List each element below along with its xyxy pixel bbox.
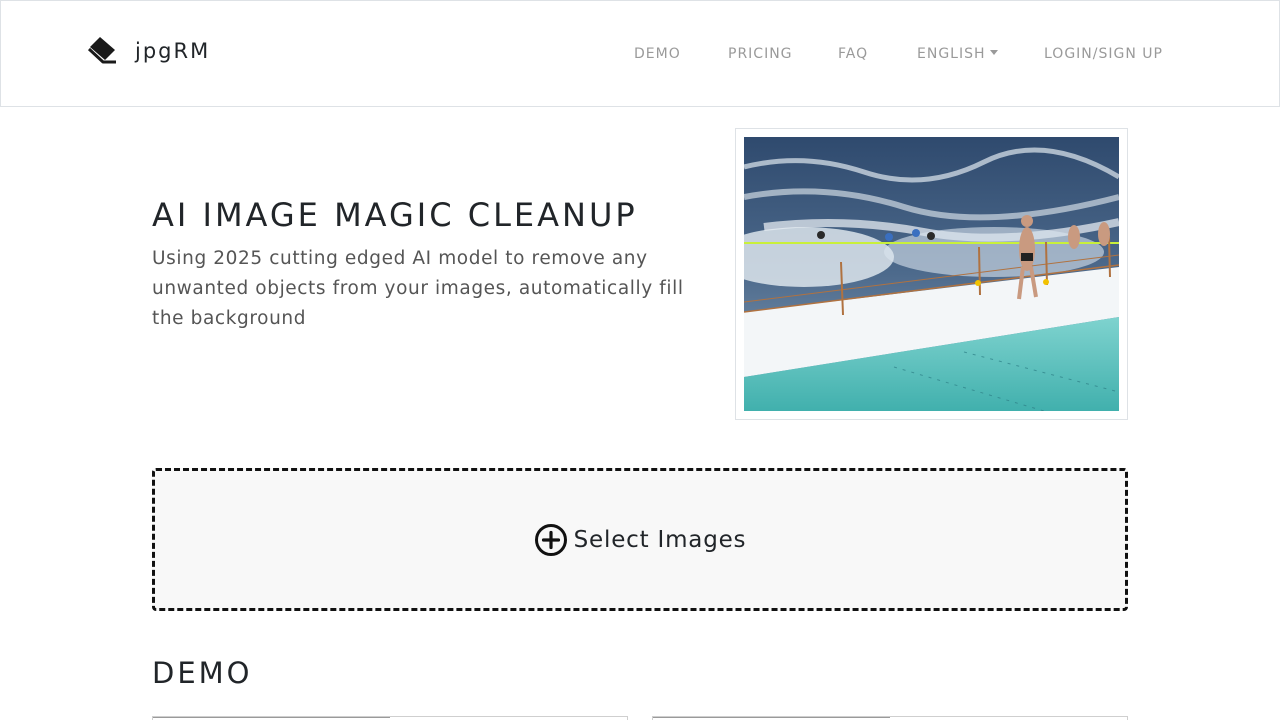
demo-section-title: DEMO bbox=[152, 656, 253, 690]
hero-image-frame bbox=[735, 128, 1128, 420]
nav-pricing-link[interactable]: PRICING bbox=[728, 46, 793, 62]
hero-title: AI IMAGE MAGIC CLEANUP bbox=[152, 196, 638, 234]
photo-swimmers-pool bbox=[744, 137, 1119, 411]
demo-card-right bbox=[652, 716, 1128, 720]
plus-circle-icon bbox=[534, 523, 567, 556]
navbar: jpgRM DEMO PRICING FAQ ENGLISH LOGIN/SIG… bbox=[0, 0, 1280, 107]
select-images-dropzone[interactable]: Select Images bbox=[152, 468, 1128, 611]
caret-down-icon bbox=[989, 50, 998, 55]
select-images-button[interactable]: Select Images bbox=[534, 523, 747, 557]
nav-menu: DEMO PRICING FAQ ENGLISH LOGIN/SIGN UP bbox=[1, 46, 1279, 64]
nav-faq-link[interactable]: FAQ bbox=[838, 46, 868, 62]
language-dropdown[interactable]: ENGLISH bbox=[917, 46, 998, 62]
nav-demo-link[interactable]: DEMO bbox=[634, 46, 681, 62]
nav-login-signup-link[interactable]: LOGIN/SIGN UP bbox=[1044, 46, 1163, 62]
hero-subtitle: Using 2025 cutting edged AI model to rem… bbox=[152, 248, 684, 329]
hero-demo-image bbox=[744, 137, 1119, 411]
language-dropdown-label: ENGLISH bbox=[917, 46, 986, 62]
select-images-label: Select Images bbox=[573, 526, 747, 553]
demo-card-left bbox=[152, 716, 628, 720]
